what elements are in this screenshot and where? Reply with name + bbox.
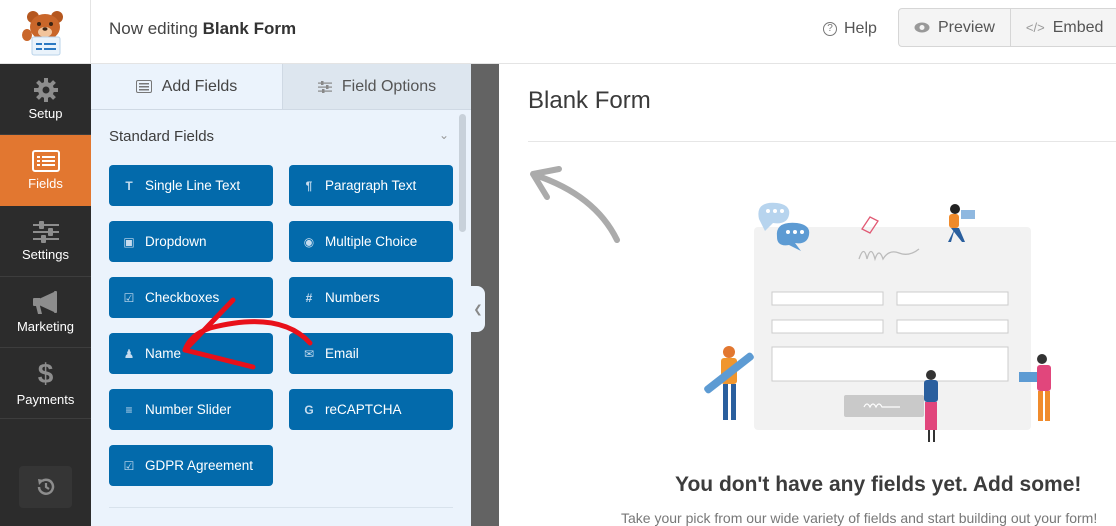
- field-label: Single Line Text: [145, 178, 241, 193]
- field-numbers[interactable]: # Numbers: [289, 277, 453, 318]
- nav-item-payments[interactable]: $ Payments: [0, 348, 91, 419]
- field-dropdown[interactable]: ▣ Dropdown: [109, 221, 273, 262]
- empty-state-text: Take your pick from our wide variety of …: [621, 510, 1098, 526]
- collapse-panel-button[interactable]: ❮: [471, 286, 485, 332]
- list-icon: [135, 80, 152, 93]
- field-label: GDPR Agreement: [145, 458, 254, 473]
- field-label: Numbers: [325, 290, 380, 305]
- nav-label: Settings: [22, 246, 69, 262]
- field-label: Paragraph Text: [325, 178, 417, 193]
- field-label: Multiple Choice: [325, 234, 418, 249]
- sliders-icon: [32, 220, 59, 243]
- title-divider: [528, 141, 1116, 142]
- text-icon: T: [125, 178, 133, 193]
- field-label: Email: [325, 346, 359, 361]
- embed-button[interactable]: </> Embed: [1009, 9, 1116, 46]
- nav-item-fields[interactable]: Fields: [0, 135, 91, 206]
- tab-label: Add Fields: [161, 77, 238, 95]
- help-icon: ?: [823, 22, 837, 36]
- tab-add-fields[interactable]: Add Fields: [91, 64, 282, 109]
- field-single-line-text[interactable]: T Single Line Text: [109, 165, 273, 206]
- field-email[interactable]: ✉ Email: [289, 333, 453, 374]
- field-name[interactable]: ♟ Name: [109, 333, 273, 374]
- field-buttons: T Single Line Text ¶ Paragraph Text ▣ Dropd…: [109, 165, 453, 486]
- title-prefix: Now editing: [109, 19, 198, 38]
- preview-label: Preview: [938, 18, 995, 36]
- form-name: Blank Form: [202, 19, 297, 38]
- chevron-left-icon: ❮: [473, 303, 483, 316]
- bear-mascot-icon: [22, 11, 63, 56]
- nav-label: Marketing: [16, 318, 75, 334]
- envelope-icon: ✉: [303, 346, 315, 361]
- fields-list-icon: [31, 149, 60, 172]
- panel-tabs: Add Fields Field Options: [91, 64, 471, 110]
- nav-label: Payments: [16, 391, 75, 407]
- google-icon: G: [304, 402, 314, 417]
- page-title: Now editing Blank Form: [109, 0, 296, 58]
- dollar-icon: $: [37, 357, 54, 389]
- field-checkboxes[interactable]: ☑ Checkboxes: [109, 277, 273, 318]
- section-title: Standard Fields: [109, 128, 215, 145]
- form-title: Blank Form: [528, 87, 651, 114]
- checkbox-icon: ☑: [123, 290, 135, 305]
- sliders-icon: ≡: [125, 402, 133, 417]
- field-number-slider[interactable]: ≡ Number Slider: [109, 389, 273, 430]
- header-actions: Preview </> Embed: [898, 8, 1116, 47]
- field-label: Name: [145, 346, 182, 361]
- nav-label: Fields: [28, 175, 63, 191]
- radio-icon: ◉: [303, 234, 315, 249]
- nav-item-settings[interactable]: Settings: [0, 206, 91, 277]
- field-recaptcha[interactable]: GreCAPTCHA: [289, 389, 453, 430]
- user-icon: ♟: [123, 346, 135, 361]
- field-label: Checkboxes: [145, 290, 220, 305]
- nav-label: Setup: [28, 105, 63, 121]
- hash-icon: #: [305, 290, 313, 305]
- paragraph-icon: ¶: [305, 178, 313, 193]
- fields-panel: Add Fields Field Options Standard Fields…: [91, 64, 471, 526]
- field-label: Number Slider: [145, 402, 232, 417]
- nav-item-setup[interactable]: Setup: [0, 64, 91, 135]
- code-icon: </>: [1025, 20, 1045, 35]
- revisions-button[interactable]: [19, 466, 72, 508]
- tab-label: Field Options: [341, 77, 437, 95]
- empty-form-illustration: [704, 202, 1051, 442]
- panel-scrollbar[interactable]: [459, 114, 466, 232]
- sliders-icon: [317, 80, 332, 93]
- dropdown-icon: ▣: [123, 234, 135, 249]
- field-paragraph-text[interactable]: ¶ Paragraph Text: [289, 165, 453, 206]
- preview-button[interactable]: Preview: [899, 9, 1010, 46]
- eye-icon: [914, 22, 930, 33]
- tab-field-options[interactable]: Field Options: [282, 64, 471, 109]
- field-label: Dropdown: [145, 234, 207, 249]
- left-nav: Setup Fields Settings Marketing $ Paymen…: [0, 64, 91, 526]
- nav-item-marketing[interactable]: Marketing: [0, 277, 91, 348]
- form-builder: Now editing Blank Form ? Help Preview </…: [0, 0, 1116, 526]
- logo[interactable]: [0, 0, 91, 64]
- field-label: reCAPTCHA: [325, 402, 402, 417]
- field-multiple-choice[interactable]: ◉ Multiple Choice: [289, 221, 453, 262]
- embed-label: Embed: [1052, 18, 1104, 36]
- chevron-down-icon[interactable]: ⌄: [439, 128, 449, 142]
- gear-icon: [33, 77, 58, 102]
- checkbox-icon: ☑: [123, 458, 135, 473]
- field-gdpr-agreement[interactable]: ☑ GDPR Agreement: [109, 445, 273, 486]
- form-preview: Blank Form You don't have any fields yet…: [499, 64, 1116, 526]
- empty-state-heading: You don't have any fields yet. Add some!: [675, 473, 1082, 496]
- megaphone-icon: [32, 290, 57, 314]
- section-divider: [109, 507, 453, 508]
- top-bar: Now editing Blank Form ? Help Preview </…: [0, 0, 1116, 64]
- history-icon: [37, 478, 54, 495]
- help-link[interactable]: ? Help: [823, 0, 877, 58]
- help-label: Help: [844, 20, 877, 37]
